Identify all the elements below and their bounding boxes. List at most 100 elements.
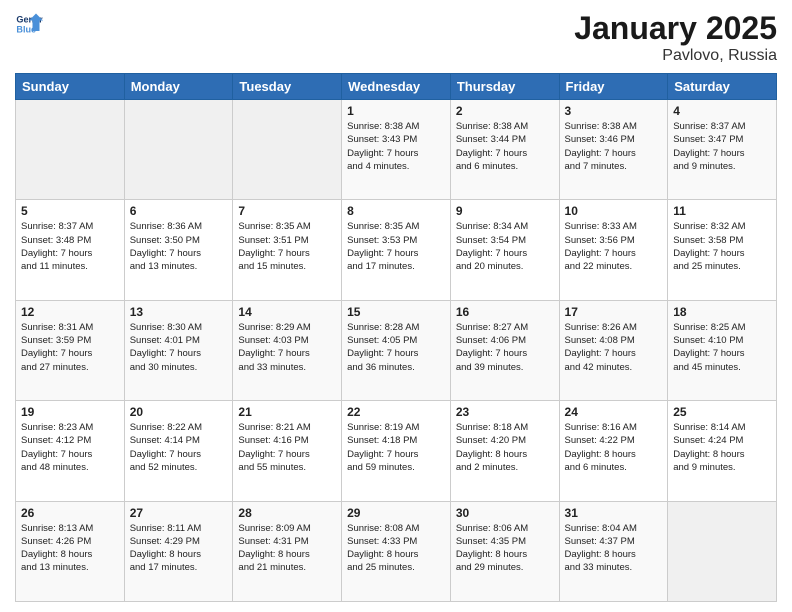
calendar-cell: 9 Sunrise: 8:34 AM Sunset: 3:54 PM Daylig… — [450, 200, 559, 300]
calendar-cell: 6 Sunrise: 8:36 AM Sunset: 3:50 PM Daylig… — [124, 200, 233, 300]
calendar-header-row: SundayMondayTuesdayWednesdayThursdayFrid… — [16, 74, 777, 100]
day-info: Sunrise: 8:35 AM Sunset: 3:51 PM Dayligh… — [238, 220, 336, 273]
day-info: Sunrise: 8:38 AM Sunset: 3:43 PM Dayligh… — [347, 120, 445, 173]
day-number: 11 — [673, 204, 771, 218]
day-info: Sunrise: 8:36 AM Sunset: 3:50 PM Dayligh… — [130, 220, 228, 273]
calendar-cell: 17 Sunrise: 8:26 AM Sunset: 4:08 PM Dayli… — [559, 300, 668, 400]
calendar-cell — [668, 501, 777, 601]
day-info: Sunrise: 8:27 AM Sunset: 4:06 PM Dayligh… — [456, 321, 554, 374]
calendar-cell: 20 Sunrise: 8:22 AM Sunset: 4:14 PM Dayli… — [124, 401, 233, 501]
calendar-table: SundayMondayTuesdayWednesdayThursdayFrid… — [15, 73, 777, 602]
calendar-cell: 5 Sunrise: 8:37 AM Sunset: 3:48 PM Daylig… — [16, 200, 125, 300]
calendar-cell: 12 Sunrise: 8:31 AM Sunset: 3:59 PM Dayli… — [16, 300, 125, 400]
day-number: 17 — [565, 305, 663, 319]
day-number: 6 — [130, 204, 228, 218]
day-number: 7 — [238, 204, 336, 218]
calendar-cell: 24 Sunrise: 8:16 AM Sunset: 4:22 PM Dayli… — [559, 401, 668, 501]
day-info: Sunrise: 8:38 AM Sunset: 3:44 PM Dayligh… — [456, 120, 554, 173]
day-number: 15 — [347, 305, 445, 319]
calendar-cell: 13Sunrise: 8:30 AM Sunset: 4:01 PM Dayli… — [124, 300, 233, 400]
day-header-tuesday: Tuesday — [233, 74, 342, 100]
calendar-cell: 7 Sunrise: 8:35 AM Sunset: 3:51 PM Daylig… — [233, 200, 342, 300]
calendar-cell: 28Sunrise: 8:09 AM Sunset: 4:31 PM Dayli… — [233, 501, 342, 601]
day-number: 20 — [130, 405, 228, 419]
calendar-cell: 22 Sunrise: 8:19 AM Sunset: 4:18 PM Dayli… — [342, 401, 451, 501]
week-row-2: 5 Sunrise: 8:37 AM Sunset: 3:48 PM Daylig… — [16, 200, 777, 300]
calendar-cell: 30Sunrise: 8:06 AM Sunset: 4:35 PM Dayli… — [450, 501, 559, 601]
day-info: Sunrise: 8:16 AM Sunset: 4:22 PM Dayligh… — [565, 421, 663, 474]
logo: General Blue — [15, 10, 43, 38]
subtitle: Pavlovo, Russia — [574, 47, 777, 65]
week-row-4: 19Sunrise: 8:23 AM Sunset: 4:12 PM Dayli… — [16, 401, 777, 501]
day-number: 25 — [673, 405, 771, 419]
day-number: 5 — [21, 204, 119, 218]
day-header-friday: Friday — [559, 74, 668, 100]
day-info: Sunrise: 8:21 AM Sunset: 4:16 PM Dayligh… — [238, 421, 336, 474]
day-header-wednesday: Wednesday — [342, 74, 451, 100]
day-number: 3 — [565, 104, 663, 118]
day-number: 27 — [130, 506, 228, 520]
day-info: Sunrise: 8:31 AM Sunset: 3:59 PM Dayligh… — [21, 321, 119, 374]
day-number: 23 — [456, 405, 554, 419]
calendar-cell: 27 Sunrise: 8:11 AM Sunset: 4:29 PM Dayli… — [124, 501, 233, 601]
day-header-thursday: Thursday — [450, 74, 559, 100]
calendar-cell: 26 Sunrise: 8:13 AM Sunset: 4:26 PM Dayli… — [16, 501, 125, 601]
calendar-cell: 19Sunrise: 8:23 AM Sunset: 4:12 PM Dayli… — [16, 401, 125, 501]
day-number: 22 — [347, 405, 445, 419]
calendar-cell: 29 Sunrise: 8:08 AM Sunset: 4:33 PM Dayli… — [342, 501, 451, 601]
day-number: 30 — [456, 506, 554, 520]
day-header-sunday: Sunday — [16, 74, 125, 100]
calendar-cell: 8 Sunrise: 8:35 AM Sunset: 3:53 PM Daylig… — [342, 200, 451, 300]
day-info: Sunrise: 8:14 AM Sunset: 4:24 PM Dayligh… — [673, 421, 771, 474]
day-info: Sunrise: 8:08 AM Sunset: 4:33 PM Dayligh… — [347, 522, 445, 575]
calendar-cell: 10 Sunrise: 8:33 AM Sunset: 3:56 PM Dayli… — [559, 200, 668, 300]
calendar-cell: 1Sunrise: 8:38 AM Sunset: 3:43 PM Daylig… — [342, 100, 451, 200]
day-info: Sunrise: 8:22 AM Sunset: 4:14 PM Dayligh… — [130, 421, 228, 474]
day-info: Sunrise: 8:19 AM Sunset: 4:18 PM Dayligh… — [347, 421, 445, 474]
day-info: Sunrise: 8:25 AM Sunset: 4:10 PM Dayligh… — [673, 321, 771, 374]
day-info: Sunrise: 8:28 AM Sunset: 4:05 PM Dayligh… — [347, 321, 445, 374]
calendar-cell: 16 Sunrise: 8:27 AM Sunset: 4:06 PM Dayli… — [450, 300, 559, 400]
day-number: 16 — [456, 305, 554, 319]
day-number: 14 — [238, 305, 336, 319]
day-number: 19 — [21, 405, 119, 419]
header: General Blue January 2025 Pavlovo, Russi… — [15, 10, 777, 65]
day-number: 13 — [130, 305, 228, 319]
logo-icon: General Blue — [15, 10, 43, 38]
day-info: Sunrise: 8:29 AM Sunset: 4:03 PM Dayligh… — [238, 321, 336, 374]
day-number: 31 — [565, 506, 663, 520]
day-info: Sunrise: 8:37 AM Sunset: 3:48 PM Dayligh… — [21, 220, 119, 273]
calendar-cell — [124, 100, 233, 200]
day-number: 21 — [238, 405, 336, 419]
calendar-cell: 3 Sunrise: 8:38 AM Sunset: 3:46 PM Daylig… — [559, 100, 668, 200]
title-area: January 2025 Pavlovo, Russia — [574, 10, 777, 65]
day-number: 4 — [673, 104, 771, 118]
day-number: 29 — [347, 506, 445, 520]
day-info: Sunrise: 8:35 AM Sunset: 3:53 PM Dayligh… — [347, 220, 445, 273]
day-number: 9 — [456, 204, 554, 218]
day-info: Sunrise: 8:34 AM Sunset: 3:54 PM Dayligh… — [456, 220, 554, 273]
calendar-cell: 14 Sunrise: 8:29 AM Sunset: 4:03 PM Dayli… — [233, 300, 342, 400]
day-number: 8 — [347, 204, 445, 218]
day-info: Sunrise: 8:11 AM Sunset: 4:29 PM Dayligh… — [130, 522, 228, 575]
day-info: Sunrise: 8:13 AM Sunset: 4:26 PM Dayligh… — [21, 522, 119, 575]
day-number: 12 — [21, 305, 119, 319]
day-info: Sunrise: 8:09 AM Sunset: 4:31 PM Dayligh… — [238, 522, 336, 575]
day-header-monday: Monday — [124, 74, 233, 100]
calendar-cell: 4 Sunrise: 8:37 AM Sunset: 3:47 PM Daylig… — [668, 100, 777, 200]
day-info: Sunrise: 8:32 AM Sunset: 3:58 PM Dayligh… — [673, 220, 771, 273]
day-number: 24 — [565, 405, 663, 419]
day-info: Sunrise: 8:37 AM Sunset: 3:47 PM Dayligh… — [673, 120, 771, 173]
calendar-cell: 18 Sunrise: 8:25 AM Sunset: 4:10 PM Dayli… — [668, 300, 777, 400]
calendar-cell: 23 Sunrise: 8:18 AM Sunset: 4:20 PM Dayli… — [450, 401, 559, 501]
day-info: Sunrise: 8:26 AM Sunset: 4:08 PM Dayligh… — [565, 321, 663, 374]
day-info: Sunrise: 8:38 AM Sunset: 3:46 PM Dayligh… — [565, 120, 663, 173]
day-number: 26 — [21, 506, 119, 520]
day-header-saturday: Saturday — [668, 74, 777, 100]
calendar-cell: 15 Sunrise: 8:28 AM Sunset: 4:05 PM Dayli… — [342, 300, 451, 400]
day-info: Sunrise: 8:33 AM Sunset: 3:56 PM Dayligh… — [565, 220, 663, 273]
day-number: 18 — [673, 305, 771, 319]
day-info: Sunrise: 8:18 AM Sunset: 4:20 PM Dayligh… — [456, 421, 554, 474]
day-number: 10 — [565, 204, 663, 218]
calendar-cell: 2Sunrise: 8:38 AM Sunset: 3:44 PM Daylig… — [450, 100, 559, 200]
